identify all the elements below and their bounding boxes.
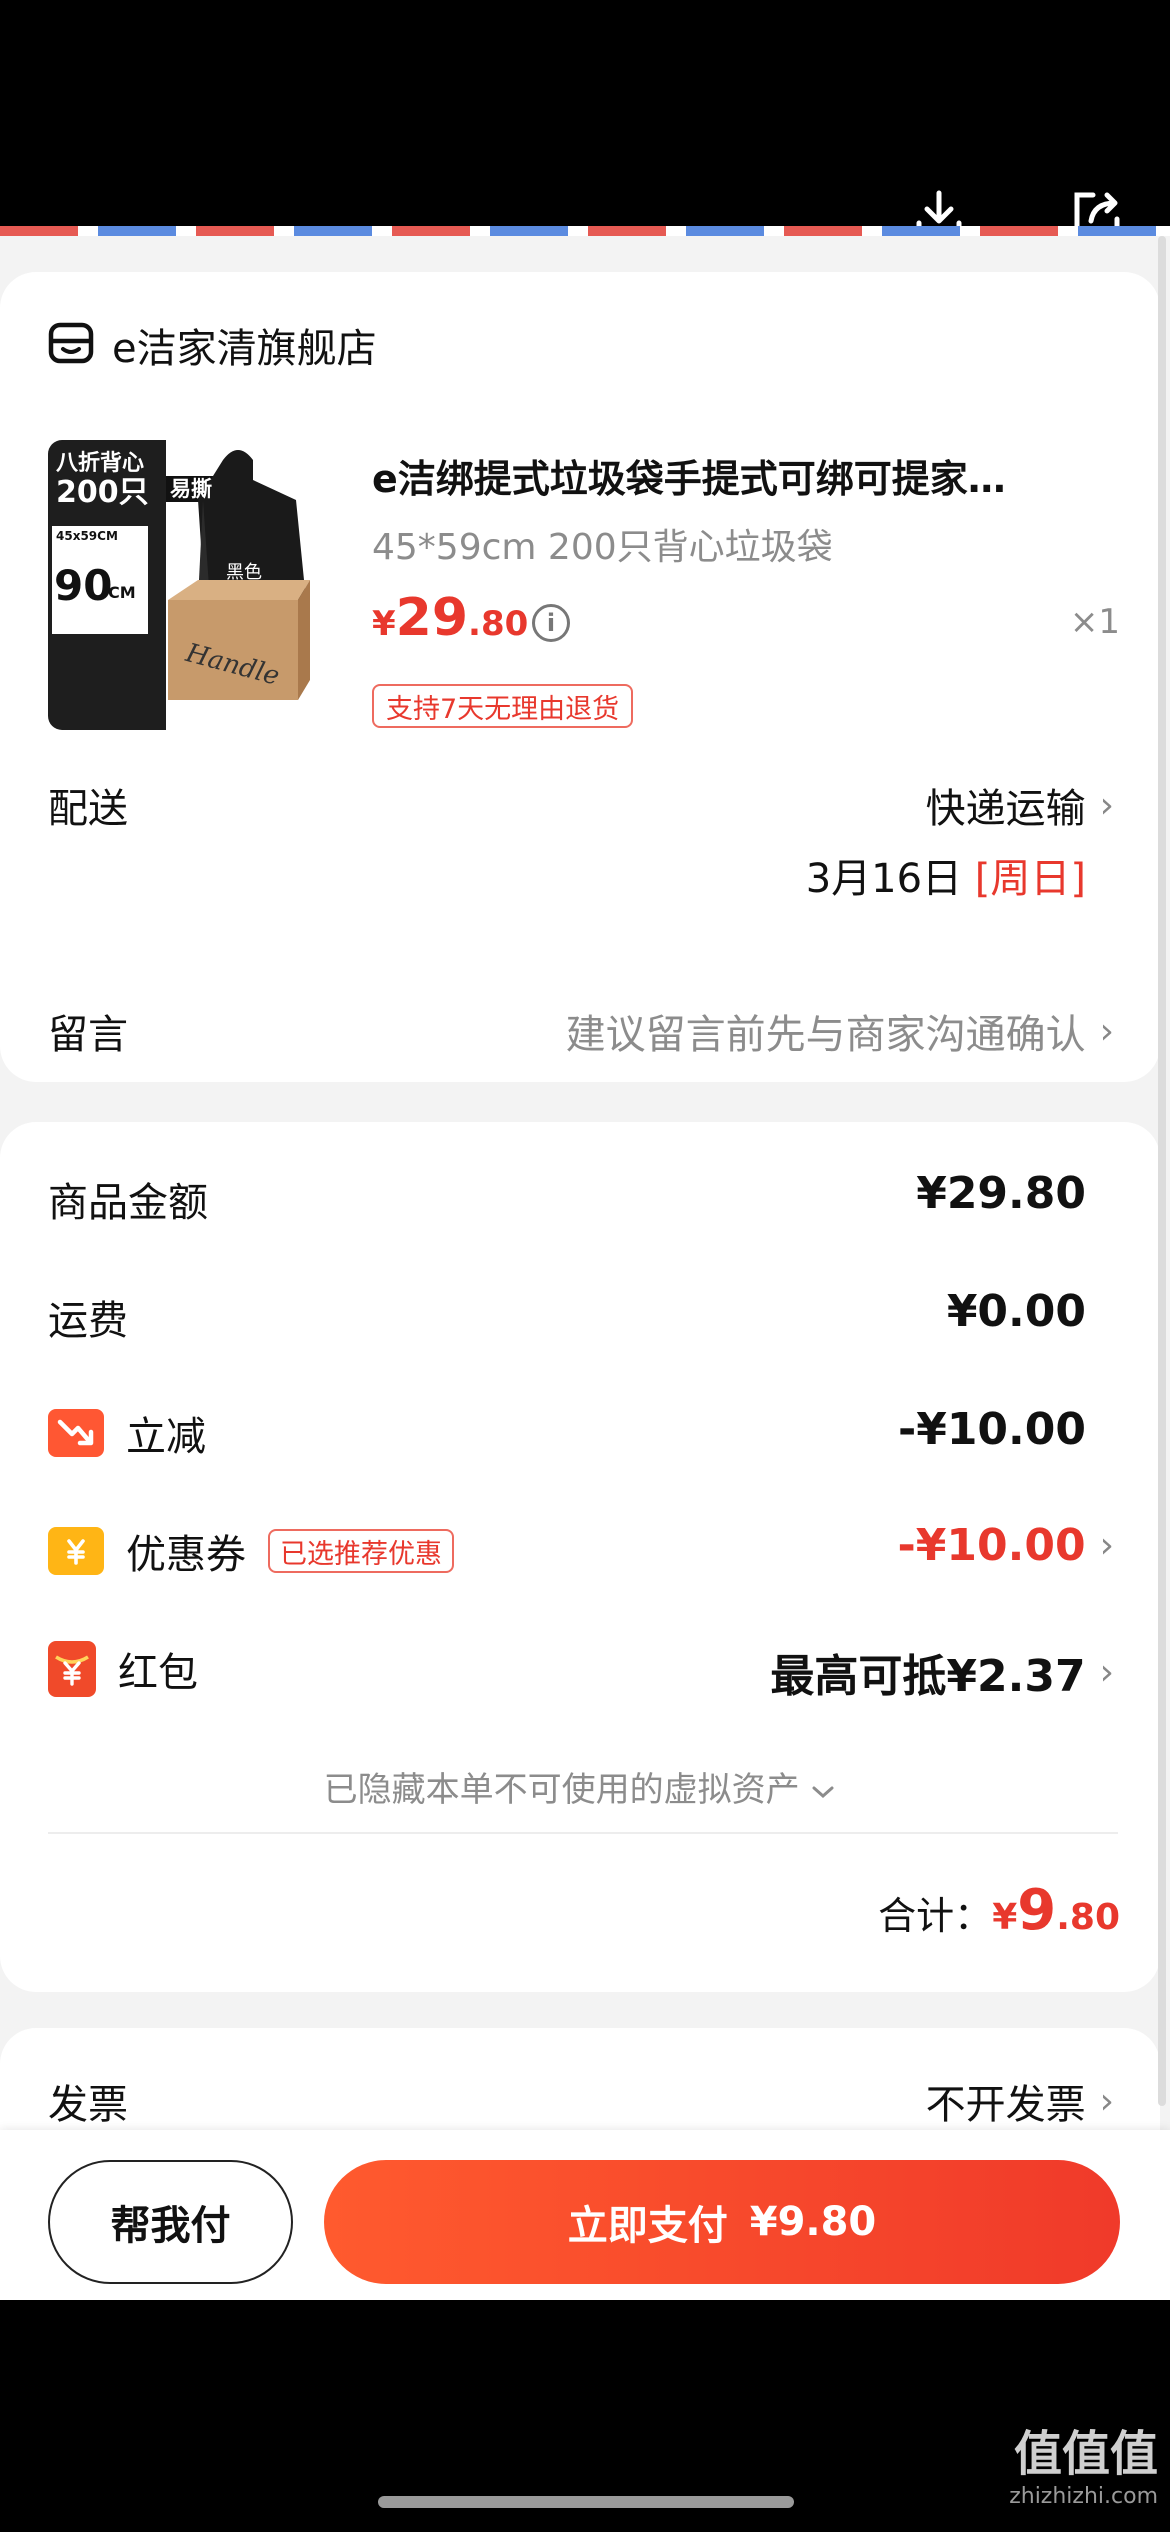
coupon-recommended-badge: 已选推荐优惠 (268, 1529, 454, 1573)
product-image[interactable]: Handle 八折背心 200只 抽取式 易撕 45x59CM 90 CM 黑色 (48, 440, 338, 730)
total-currency: ¥ (992, 1897, 1018, 1938)
shipping-label-text: 运费 (48, 1298, 128, 1344)
delivery-method-selector[interactable]: 快递运输 › (926, 776, 1114, 834)
hidden-assets-text: 已隐藏本单不可使用的虚拟资产 (323, 1770, 800, 1810)
delivery-date-text: 3月16日 (805, 856, 963, 902)
discount-label-text: 立减 (126, 1414, 206, 1460)
product-price: ¥ 29 .80 (372, 588, 528, 648)
price-info-icon[interactable]: i (532, 604, 570, 642)
image-unit-text: CM (108, 583, 136, 602)
delivery-weekday: [周日] (974, 856, 1086, 902)
delivery-method: 快递运输 (925, 786, 1086, 832)
shipping-amount: ¥0.00 (946, 1286, 1086, 1337)
goods-label-text: 商品金额 (48, 1180, 208, 1226)
goods-amount: ¥29.80 (916, 1168, 1086, 1219)
home-indicator[interactable] (378, 2496, 794, 2508)
airmail-border (0, 226, 1170, 236)
chevron-right-icon: › (1099, 784, 1114, 826)
image-size-text: 45x59CM (56, 529, 118, 543)
watermark: 值值值 (1013, 2426, 1158, 2482)
price-currency: ¥ (372, 604, 396, 644)
store-header[interactable]: e洁家清旗舰店 (48, 316, 377, 374)
red-packet-row[interactable]: 红包 (48, 1640, 198, 1698)
product-quantity: ×1 (1069, 602, 1120, 642)
coupon-row[interactable]: 优惠券 已选推荐优惠 (48, 1522, 454, 1580)
page: e洁家清旗舰店 Handle 八折背心 200只 抽取式 易撕 45x59CM … (0, 0, 1170, 2532)
scrollbar[interactable] (1158, 236, 1166, 2106)
chevron-right-icon: › (1099, 2080, 1114, 2122)
total-amount: ¥ 9 .80 (992, 1878, 1120, 1943)
coupon-label-text: 优惠券 (126, 1532, 246, 1578)
red-packet-icon (48, 1641, 96, 1697)
product-spec[interactable]: 45*59cm 200只背心垃圾袋 (372, 518, 833, 570)
delivery-label: 配送 (48, 786, 128, 832)
image-count-text: 200只 (56, 475, 149, 510)
message-label: 留言 (48, 1012, 128, 1058)
total-decimal: .80 (1056, 1897, 1120, 1938)
divider (48, 1832, 1118, 1834)
price-decimal: .80 (468, 604, 529, 644)
image-promo-text: 八折背心 (56, 451, 144, 476)
hidden-assets-toggle[interactable]: 已隐藏本单不可使用的虚拟资产 (0, 1762, 1160, 1811)
invoice-value: 不开发票 (925, 2082, 1086, 2128)
red-packet-value: 最高可抵¥2.37 (770, 1651, 1086, 1702)
pay-now-button[interactable]: 立即支付 ¥9.80 (324, 2160, 1120, 2284)
image-length-text: 90 (54, 561, 112, 610)
order-total: 合计： ¥ 9 .80 (878, 1878, 1120, 1943)
invoice-selector[interactable]: 不开发票 › (926, 2072, 1114, 2130)
price-integer: 29 (395, 588, 469, 648)
return-policy-tag: 支持7天无理由退货 (372, 684, 634, 728)
discount-arrow-icon (48, 1409, 104, 1457)
store-name: e洁家清旗舰店 (112, 326, 377, 372)
message-placeholder: 建议留言前先与商家沟通确认 (565, 1012, 1086, 1058)
pay-now-amount: ¥9.80 (749, 2199, 877, 2245)
ask-friend-pay-button[interactable]: 帮我付 (48, 2160, 293, 2284)
chevron-right-icon: › (1099, 1525, 1114, 1566)
store-icon (48, 322, 94, 368)
coupon-amount: -¥10.00 (897, 1520, 1086, 1571)
invoice-label: 发票 (48, 2082, 128, 2128)
coupon-yen-icon (48, 1527, 104, 1575)
red-packet-selector[interactable]: 最高可抵¥2.37 › (770, 1640, 1114, 1704)
pay-now-label: 立即支付 (567, 2203, 728, 2249)
image-color-text: 黑色 (226, 562, 262, 583)
watermark-url: zhizhizhi.com (1009, 2484, 1158, 2509)
chevron-down-icon (810, 1770, 836, 1810)
delivery-date: 3月16日 [周日] (806, 846, 1086, 904)
message-input[interactable]: 建议留言前先与商家沟通确认 › (566, 1002, 1114, 1060)
goods-amount-label: 商品金额 (48, 1170, 208, 1228)
discount-amount: -¥10.00 (897, 1404, 1086, 1455)
product-title[interactable]: e洁绑提式垃圾袋手提式可绑可提家… (372, 448, 1092, 503)
coupon-selector[interactable]: -¥10.00 › (898, 1520, 1114, 1571)
top-black-area (0, 0, 1170, 232)
chevron-right-icon: › (1099, 1010, 1114, 1052)
chevron-right-icon: › (1099, 1651, 1114, 1693)
red-packet-label-text: 红包 (118, 1650, 198, 1696)
shipping-label: 运费 (48, 1288, 128, 1346)
total-integer: 9 (1017, 1878, 1057, 1943)
image-tear-text: 易撕 (170, 477, 212, 501)
instant-discount-row: 立减 (48, 1404, 206, 1462)
total-label: 合计： (878, 1894, 993, 1938)
image-draw-text: 抽取式 (170, 454, 215, 472)
